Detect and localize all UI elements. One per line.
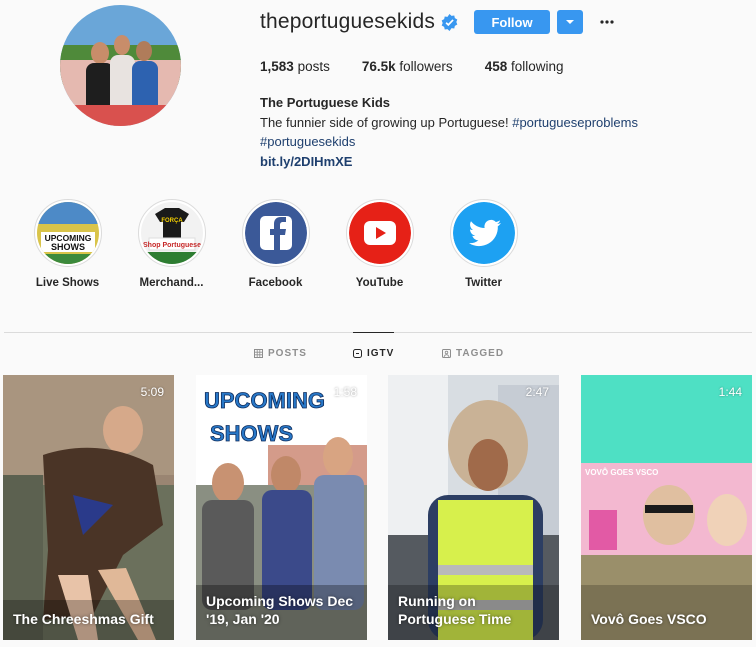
posts-stat: 1,583 posts	[260, 59, 330, 74]
followers-stat[interactable]: 76.5k followers	[362, 59, 453, 74]
bio-text: The funnier side of growing up Portugues…	[260, 114, 513, 130]
following-stat[interactable]: 458 following	[485, 59, 564, 74]
highlight-youtube[interactable]: YouTube	[345, 199, 414, 289]
profile-full-name: The Portuguese Kids	[260, 95, 391, 110]
upcoming-shows-thumbnail: UPCOMING SHOWS	[36, 202, 99, 264]
suggested-dropdown-button[interactable]	[557, 10, 584, 34]
igtv-video-tile[interactable]: UPCOMING SHOWS 1:58 Upcoming Shows Dec '…	[196, 375, 367, 640]
active-tab-indicator	[353, 332, 394, 333]
video-title: Vovô Goes VSCO	[591, 611, 707, 627]
igtv-video-tile[interactable]: 5:09 The Chreeshmas Gift	[3, 375, 174, 640]
profile-username: theportuguesekids	[260, 10, 436, 33]
igtv-video-tile[interactable]: VOVÔ GOES VSCO 1:44 Vovô Goes VSCO	[581, 375, 752, 640]
tab-igtv[interactable]: IGTV	[353, 348, 394, 359]
highlight-label: Facebook	[248, 277, 303, 289]
hashtag-link[interactable]: #portuguesekids	[260, 132, 638, 152]
shop-portuguese-thumbnail: FORÇA Shop Portuguese	[140, 202, 203, 264]
tagged-icon	[442, 349, 451, 358]
svg-text:UPCOMING: UPCOMING	[204, 388, 325, 413]
twitter-icon	[452, 202, 515, 264]
igtv-video-tile[interactable]: 2:47 Running on Portuguese Time	[388, 375, 559, 640]
tab-tagged[interactable]: TAGGED	[442, 348, 504, 359]
verified-badge-icon	[441, 13, 458, 31]
chevron-down-icon	[566, 20, 575, 24]
video-title: Running on Portuguese Time	[398, 593, 512, 627]
profile-bio: The Portuguese Kids The funnier side of …	[260, 93, 638, 171]
video-thumbnail	[3, 375, 174, 640]
highlight-label: Twitter	[465, 277, 502, 289]
highlight-merchandise[interactable]: FORÇA Shop Portuguese Merchand...	[137, 199, 206, 289]
highlight-label: Live Shows	[35, 277, 100, 289]
follow-button[interactable]: Follow	[474, 10, 551, 34]
highlight-label: YouTube	[355, 277, 404, 289]
youtube-icon	[348, 202, 411, 264]
tab-posts[interactable]: POSTS	[254, 348, 307, 359]
svg-text:FORÇA: FORÇA	[161, 218, 183, 224]
grid-icon	[254, 349, 263, 358]
video-thumbnail: VOVÔ GOES VSCO	[581, 375, 752, 640]
highlight-facebook[interactable]: Facebook	[241, 199, 310, 289]
video-title: The Chreeshmas Gift	[13, 611, 154, 627]
profile-stats: 1,583 posts 76.5k followers 458 followin…	[260, 59, 596, 74]
video-duration: 1:58	[333, 385, 357, 399]
facebook-icon	[244, 202, 307, 264]
highlight-live-shows[interactable]: UPCOMING SHOWS Live Shows	[33, 199, 102, 289]
hashtag-link[interactable]: #portugueseproblems	[512, 115, 638, 130]
more-options-button[interactable]	[597, 12, 617, 32]
igtv-icon	[353, 349, 362, 358]
profile-header: theportuguesekids Follow 1,583 posts 76.…	[260, 8, 740, 169]
profile-avatar[interactable]	[60, 5, 181, 126]
highlight-twitter[interactable]: Twitter	[449, 199, 518, 289]
svg-text:SHOWS: SHOWS	[50, 242, 84, 252]
svg-text:VOVÔ GOES VSCO: VOVÔ GOES VSCO	[585, 468, 658, 477]
more-options-icon	[600, 20, 614, 24]
video-duration: 2:47	[525, 385, 549, 399]
svg-text:SHOWS: SHOWS	[210, 421, 293, 446]
story-highlights: UPCOMING SHOWS Live Shows FORÇA Shop Por…	[33, 199, 553, 289]
video-duration: 5:09	[140, 385, 164, 399]
bio-website-link[interactable]: bit.ly/2DIHmXE	[260, 152, 638, 172]
highlight-label: Merchand...	[139, 277, 204, 289]
video-duration: 1:44	[718, 385, 742, 399]
video-title: Upcoming Shows Dec '19, Jan '20	[206, 593, 354, 627]
svg-text:Shop Portuguese: Shop Portuguese	[143, 242, 201, 249]
